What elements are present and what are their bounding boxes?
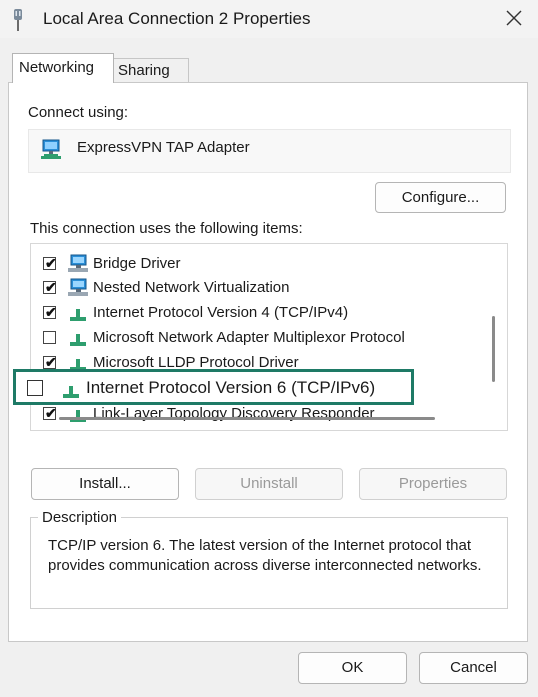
network-cable-icon (14, 9, 22, 31)
description-text: TCP/IP version 6. The latest version of … (48, 537, 482, 574)
items-label: This connection uses the following items… (30, 220, 303, 237)
close-icon[interactable] (504, 8, 524, 28)
horizontal-scrollbar[interactable] (59, 417, 435, 420)
list-item-label: Internet Protocol Version 6 (TCP/IPv6) (86, 378, 376, 397)
protocol-icon (70, 334, 86, 346)
protocol-icon (63, 386, 79, 398)
network-adapter-icon (41, 139, 61, 159)
tab-sharing[interactable]: Sharing (111, 58, 189, 83)
checkbox[interactable]: ✔ (43, 405, 57, 421)
checkbox[interactable]: ✔ (43, 279, 57, 295)
adapter-name: ExpressVPN TAP Adapter (77, 139, 250, 156)
description-legend: Description (38, 509, 122, 526)
protocol-icon (70, 309, 86, 321)
check-icon: ✔ (45, 279, 57, 295)
list-item[interactable]: ✔ Internet Protocol Version 4 (TCP/IPv4) (31, 301, 481, 325)
check-icon: ✔ (45, 304, 57, 320)
list-item[interactable]: ✔ Nested Network Virtualization (31, 276, 481, 300)
list-item-label: Nested Network Virtualization (93, 279, 290, 296)
list-item[interactable]: ✔ Link-Layer Topology Discovery Responde… (31, 402, 481, 426)
list-item-label: Bridge Driver (93, 255, 181, 272)
cancel-button[interactable]: Cancel (419, 652, 528, 684)
check-icon: ✔ (45, 405, 57, 421)
window-title: Local Area Connection 2 Properties (43, 9, 311, 28)
checkbox[interactable] (43, 331, 56, 344)
ok-button[interactable]: OK (298, 652, 407, 684)
properties-button[interactable]: Properties (359, 468, 507, 500)
checkbox[interactable]: ✔ (43, 354, 57, 370)
check-icon: ✔ (45, 255, 57, 271)
connect-using-label: Connect using: (28, 104, 129, 121)
list-item-ipv6-highlighted[interactable]: Internet Protocol Version 6 (TCP/IPv6) (13, 369, 414, 405)
tab-networking[interactable]: Networking (12, 53, 114, 83)
checkbox[interactable]: ✔ (43, 304, 57, 320)
list-item-label: Microsoft Network Adapter Multiplexor Pr… (93, 329, 405, 346)
checkbox[interactable]: ✔ (43, 255, 57, 271)
checkbox[interactable] (27, 380, 43, 396)
list-item-label: Internet Protocol Version 4 (TCP/IPv4) (93, 304, 349, 321)
title-bar: Local Area Connection 2 Properties (0, 0, 538, 38)
configure-button[interactable]: Configure... (375, 182, 506, 213)
install-button[interactable]: Install... (31, 468, 179, 500)
list-item[interactable]: ✔ Bridge Driver (31, 252, 481, 276)
network-computer-icon (68, 278, 88, 296)
network-computer-icon (68, 254, 88, 272)
uninstall-button[interactable]: Uninstall (195, 468, 343, 500)
protocol-icon (70, 410, 86, 422)
vertical-scrollbar[interactable] (492, 316, 495, 382)
adapter-display: ExpressVPN TAP Adapter (28, 129, 511, 173)
list-item[interactable]: Microsoft Network Adapter Multiplexor Pr… (31, 326, 481, 350)
